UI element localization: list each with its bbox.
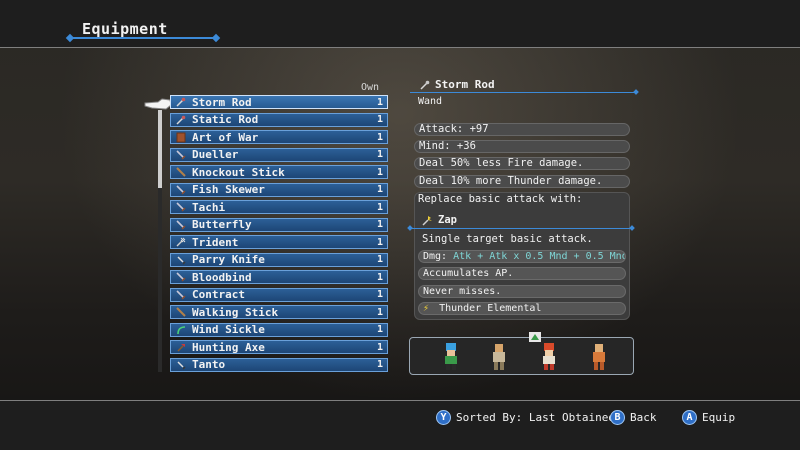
trident-icon <box>174 236 188 248</box>
list-item[interactable]: Static Rod 1 <box>170 112 388 127</box>
skill-name: Zap <box>422 214 457 226</box>
list-item[interactable]: Dueller 1 <box>170 147 388 162</box>
sword-icon <box>174 219 188 231</box>
list-item[interactable]: Wind Sickle 1 <box>170 322 388 337</box>
sword-icon <box>174 184 188 196</box>
a-button-icon: A <box>682 410 697 425</box>
axe-icon <box>174 341 188 353</box>
back-button[interactable]: B Back <box>610 410 657 425</box>
skill-damage-formula: Dmg: Atk + Atk x 0.5 Mnd + 0.5 Mnd <box>418 250 626 263</box>
party-member-monk[interactable] <box>488 341 510 371</box>
list-item[interactable]: Parry Knife 1 <box>170 252 388 267</box>
list-item[interactable]: Art of War 1 <box>170 130 388 144</box>
replace-attack-label: Replace basic attack with: <box>418 193 583 205</box>
rod-icon <box>174 114 188 126</box>
sickle-icon <box>174 324 188 336</box>
list-item[interactable]: Contract 1 <box>170 287 388 302</box>
skill-element: ⚡ Thunder Elemental <box>418 302 626 315</box>
skill-underline <box>410 228 632 229</box>
sword-icon <box>174 289 188 301</box>
b-button-icon: B <box>610 410 625 425</box>
list-item[interactable]: Tachi 1 <box>170 200 388 214</box>
item-type: Wand <box>418 96 443 107</box>
list-item[interactable]: Knockout Stick 1 <box>170 165 388 179</box>
list-item[interactable]: Walking Stick 1 <box>170 305 388 319</box>
list-item[interactable]: Storm Rod 1 <box>170 95 388 109</box>
list-item[interactable]: Trident 1 <box>170 235 388 249</box>
equipment-list: Storm Rod 1 Static Rod 1 Art of War 1 Duell… <box>170 95 388 375</box>
background <box>0 0 800 450</box>
party-member-bald[interactable] <box>588 341 610 371</box>
stick-icon <box>174 166 188 178</box>
item-detail-name: Storm Rod <box>420 78 495 91</box>
detail-underline <box>410 92 636 93</box>
list-item[interactable]: Hunting Axe 1 <box>170 340 388 354</box>
list-item[interactable]: Butterfly 1 <box>170 217 388 232</box>
sort-hint[interactable]: Y Sorted By: Last Obtained <box>436 410 615 425</box>
dagger-icon <box>174 254 188 266</box>
stat-thunder-modifier: Deal 10% more Thunder damage. <box>414 175 630 188</box>
equip-button[interactable]: A Equip <box>682 410 735 425</box>
thunder-icon: ⚡ <box>423 303 430 314</box>
list-item[interactable]: Tanto 1 <box>170 357 388 372</box>
stick-icon <box>174 306 188 318</box>
book-icon <box>174 131 188 143</box>
stat-fire-modifier: Deal 50% less Fire damage. <box>414 157 630 170</box>
lightning-wand-icon <box>422 215 432 226</box>
skill-effect: Accumulates AP. <box>418 267 626 280</box>
sword-icon <box>174 271 188 283</box>
own-column-header: Own <box>361 82 380 93</box>
title-underline <box>70 37 216 39</box>
rod-icon <box>420 80 430 90</box>
list-item[interactable]: Fish Skewer 1 <box>170 182 388 197</box>
hand-pointer-icon <box>144 98 172 110</box>
equip-marker-icon <box>529 332 541 342</box>
party-member-red-hair[interactable] <box>538 341 560 371</box>
list-scrollbar-thumb[interactable] <box>158 110 162 188</box>
sword-icon <box>174 149 188 161</box>
party-member-blue-hair[interactable] <box>440 341 462 371</box>
y-button-icon: Y <box>436 410 451 425</box>
page-title: Equipment <box>82 20 168 38</box>
rod-icon <box>174 96 188 108</box>
sword-icon <box>174 201 188 213</box>
bottom-bar <box>0 400 800 450</box>
skill-description: Single target basic attack. <box>422 233 593 245</box>
list-item[interactable]: Bloodbind 1 <box>170 270 388 284</box>
stat-attack: Attack: +97 <box>414 123 630 136</box>
stat-mind: Mind: +36 <box>414 140 630 153</box>
dagger-icon <box>174 359 188 371</box>
skill-effect: Never misses. <box>418 285 626 298</box>
